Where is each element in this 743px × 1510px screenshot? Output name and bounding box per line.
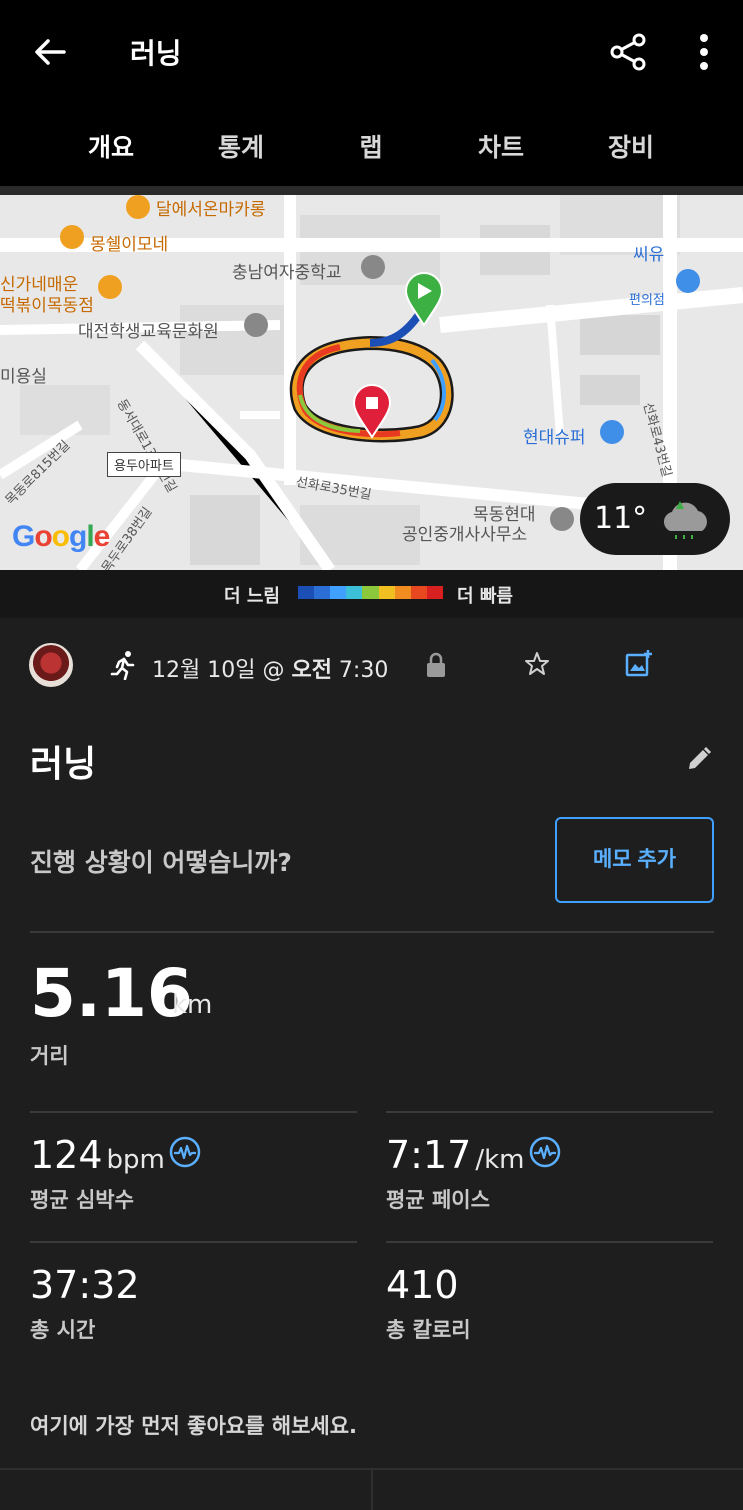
map-label-center: 대전학생교육문화원 — [78, 322, 219, 342]
running-icon — [110, 651, 135, 680]
avg-pace-unit: /km — [475, 1145, 525, 1175]
legend-color-segment — [314, 586, 331, 599]
avg-pace-value: 7:17 — [386, 1133, 472, 1177]
lock-icon[interactable] — [425, 652, 447, 678]
divider — [30, 1241, 357, 1243]
distance-label: 거리 — [30, 1044, 69, 1068]
weather-badge: 11° — [580, 483, 730, 555]
tab-charts[interactable]: 차트 — [436, 118, 566, 190]
add-memo-button[interactable]: 메모 추가 — [555, 817, 714, 903]
like-prompt: 여기에 가장 먼저 좋아요를 해보세요. — [30, 1414, 358, 1438]
calories-label: 총 칼로리 — [386, 1318, 471, 1342]
bottom-separator — [371, 1470, 373, 1510]
avg-heart-rate-unit: bpm — [106, 1145, 165, 1175]
heart-rate-chart-icon[interactable] — [169, 1136, 201, 1168]
map-label-school: 충남여자중학교 — [232, 263, 342, 283]
star-icon[interactable] — [523, 650, 551, 678]
avatar[interactable] — [29, 643, 73, 687]
avg-pace-label: 평균 페이스 — [386, 1188, 490, 1212]
map-label-apartment: 용두아파트 — [107, 452, 181, 477]
map-label-realty-2: 공인중개사사무소 — [402, 525, 528, 545]
progress-prompt: 진행 상황이 어떻습니까? — [30, 848, 292, 877]
map-label-store: 씨유 — [633, 245, 665, 265]
tab-overview[interactable]: 개요 — [46, 118, 176, 190]
map-label-dessert: 달에서온마카롱 — [156, 200, 266, 220]
activity-ampm: 오전 — [291, 658, 332, 683]
activity-time: 7:30 — [331, 658, 389, 683]
app-bar-shadow — [0, 186, 743, 195]
cloudy-weather-icon — [663, 501, 707, 539]
avg-pace-stat: 7:17/km — [386, 1133, 525, 1177]
legend-fast-label: 더 빠름 — [457, 586, 513, 607]
map-label-supermarket: 현대슈퍼 — [523, 428, 586, 448]
total-time-label: 총 시간 — [30, 1318, 96, 1342]
total-time-value: 37:32 — [30, 1263, 140, 1307]
legend-color-segment — [426, 586, 443, 599]
activity-date: 12월 10일 @ — [152, 658, 292, 683]
weather-temperature: 11° — [594, 501, 648, 536]
divider — [386, 1111, 713, 1113]
share-icon[interactable] — [606, 30, 650, 74]
tab-gear[interactable]: 장비 — [566, 118, 696, 190]
activity-datetime: 12월 10일 @ 오전 7:30 — [152, 652, 388, 684]
calories-value: 410 — [386, 1263, 459, 1307]
activity-name: 러닝 — [30, 744, 97, 785]
map-label-store-sub: 편의점 — [629, 293, 665, 308]
avg-heart-rate-value: 124 — [30, 1133, 103, 1177]
avg-heart-rate-stat: 124 bpm — [30, 1133, 165, 1177]
pace-legend: 더 느림 더 빠름 — [0, 570, 743, 618]
route-map[interactable]: 달에서온마카롱 몽쉘이모네 신가네매운 떡볶이목동점 충남여자중학교 대전학생교… — [0, 195, 743, 570]
avg-heart-rate-label: 평균 심박수 — [30, 1188, 134, 1212]
divider — [30, 1111, 357, 1113]
divider — [30, 931, 714, 933]
divider — [386, 1241, 713, 1243]
legend-color-segment — [394, 586, 411, 599]
distance-value: 5.16 — [30, 955, 193, 1032]
pace-chart-icon[interactable] — [529, 1136, 561, 1168]
bottom-action-bar — [0, 1468, 743, 1510]
legend-color-segment — [330, 586, 347, 599]
edit-pencil-icon[interactable] — [685, 745, 713, 773]
map-label-salon: 미용실 — [0, 367, 47, 387]
legend-slow-label: 더 느림 — [224, 586, 280, 607]
more-options-icon[interactable] — [688, 30, 720, 74]
tab-laps[interactable]: 랩 — [306, 118, 436, 190]
legend-color-segment — [362, 586, 379, 599]
legend-color-segment — [410, 586, 427, 599]
tab-bar: 개요 통계 랩 차트 장비 — [0, 118, 743, 190]
legend-color-segment — [298, 586, 315, 599]
google-logo: Google — [12, 520, 110, 553]
app-bar: 러닝 개요 통계 랩 차트 장비 — [0, 0, 743, 190]
add-photo-icon[interactable] — [624, 648, 654, 678]
legend-color-segment — [378, 586, 395, 599]
distance-unit: km — [172, 990, 213, 1020]
tab-stats[interactable]: 통계 — [176, 118, 306, 190]
map-label-restaurant-2: 떡볶이목동점 — [0, 296, 94, 316]
back-arrow-icon[interactable] — [28, 30, 72, 74]
map-label-cafe: 몽쉘이모네 — [90, 235, 169, 255]
legend-color-segment — [346, 586, 363, 599]
page-title: 러닝 — [130, 37, 182, 70]
legend-color-bar — [298, 586, 443, 599]
